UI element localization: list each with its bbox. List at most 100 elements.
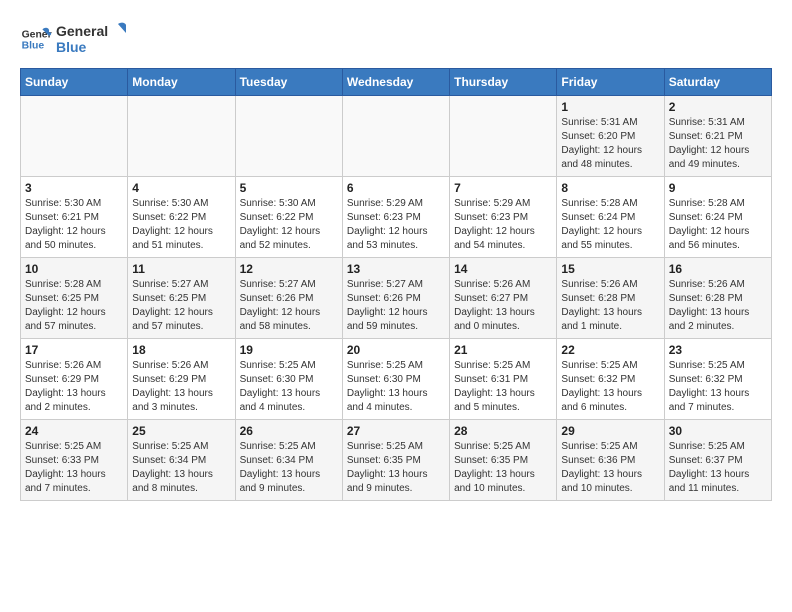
day-number: 17 xyxy=(25,343,123,357)
day-number: 20 xyxy=(347,343,445,357)
day-info: Sunrise: 5:26 AM Sunset: 6:28 PM Dayligh… xyxy=(561,278,659,334)
calendar-cell: 30 Sunrise: 5:25 AM Sunset: 6:37 PM Dayli… xyxy=(664,420,771,501)
calendar-cell: 17 Sunrise: 5:26 AM Sunset: 6:29 PM Dayli… xyxy=(21,339,128,420)
svg-text:General: General xyxy=(56,23,108,39)
day-number: 7 xyxy=(454,181,552,195)
day-number: 19 xyxy=(240,343,338,357)
day-number: 27 xyxy=(347,424,445,438)
calendar-cell xyxy=(342,96,449,177)
weekday-header-tuesday: Tuesday xyxy=(235,69,342,96)
calendar-week-row: 24 Sunrise: 5:25 AM Sunset: 6:33 PM Dayli… xyxy=(21,420,772,501)
day-info: Sunrise: 5:30 AM Sunset: 6:22 PM Dayligh… xyxy=(240,197,338,253)
day-number: 13 xyxy=(347,262,445,276)
day-info: Sunrise: 5:27 AM Sunset: 6:26 PM Dayligh… xyxy=(240,278,338,334)
calendar-cell: 16Sunrise: 5:26 AM Sunset: 6:28 PM Dayli… xyxy=(664,258,771,339)
calendar-cell xyxy=(21,96,128,177)
calendar-cell: 1 Sunrise: 5:31 AM Sunset: 6:20 PM Daylig… xyxy=(557,96,664,177)
day-info: Sunrise: 5:31 AM Sunset: 6:21 PM Dayligh… xyxy=(669,116,767,172)
day-number: 10 xyxy=(25,262,123,276)
calendar-cell: 20 Sunrise: 5:25 AM Sunset: 6:30 PM Dayli… xyxy=(342,339,449,420)
calendar-cell: 4 Sunrise: 5:30 AM Sunset: 6:22 PM Daylig… xyxy=(128,177,235,258)
calendar-week-row: 1 Sunrise: 5:31 AM Sunset: 6:20 PM Daylig… xyxy=(21,96,772,177)
day-info: Sunrise: 5:26 AM Sunset: 6:28 PM Dayligh… xyxy=(669,278,767,334)
calendar-cell xyxy=(128,96,235,177)
day-info: Sunrise: 5:27 AM Sunset: 6:26 PM Dayligh… xyxy=(347,278,445,334)
day-number: 22 xyxy=(561,343,659,357)
calendar-week-row: 17 Sunrise: 5:26 AM Sunset: 6:29 PM Dayli… xyxy=(21,339,772,420)
calendar-cell: 9Sunrise: 5:28 AM Sunset: 6:24 PM Daylig… xyxy=(664,177,771,258)
day-number: 29 xyxy=(561,424,659,438)
day-number: 15 xyxy=(561,262,659,276)
calendar-cell: 2Sunrise: 5:31 AM Sunset: 6:21 PM Daylig… xyxy=(664,96,771,177)
calendar-week-row: 10 Sunrise: 5:28 AM Sunset: 6:25 PM Dayli… xyxy=(21,258,772,339)
day-info: Sunrise: 5:31 AM Sunset: 6:20 PM Dayligh… xyxy=(561,116,659,172)
day-info: Sunrise: 5:25 AM Sunset: 6:31 PM Dayligh… xyxy=(454,359,552,415)
calendar-cell xyxy=(450,96,557,177)
logo: General Blue General Blue xyxy=(20,20,126,58)
day-number: 18 xyxy=(132,343,230,357)
day-number: 30 xyxy=(669,424,767,438)
day-number: 4 xyxy=(132,181,230,195)
day-info: Sunrise: 5:25 AM Sunset: 6:33 PM Dayligh… xyxy=(25,440,123,496)
weekday-header-saturday: Saturday xyxy=(664,69,771,96)
day-number: 12 xyxy=(240,262,338,276)
calendar-table: SundayMondayTuesdayWednesdayThursdayFrid… xyxy=(20,68,772,501)
day-number: 3 xyxy=(25,181,123,195)
day-info: Sunrise: 5:28 AM Sunset: 6:25 PM Dayligh… xyxy=(25,278,123,334)
day-info: Sunrise: 5:30 AM Sunset: 6:22 PM Dayligh… xyxy=(132,197,230,253)
day-info: Sunrise: 5:25 AM Sunset: 6:34 PM Dayligh… xyxy=(240,440,338,496)
day-info: Sunrise: 5:28 AM Sunset: 6:24 PM Dayligh… xyxy=(669,197,767,253)
calendar-cell: 7 Sunrise: 5:29 AM Sunset: 6:23 PM Daylig… xyxy=(450,177,557,258)
day-number: 8 xyxy=(561,181,659,195)
calendar-cell: 10 Sunrise: 5:28 AM Sunset: 6:25 PM Dayli… xyxy=(21,258,128,339)
calendar-cell: 29 Sunrise: 5:25 AM Sunset: 6:36 PM Dayli… xyxy=(557,420,664,501)
weekday-header-monday: Monday xyxy=(128,69,235,96)
day-number: 26 xyxy=(240,424,338,438)
day-number: 25 xyxy=(132,424,230,438)
svg-text:Blue: Blue xyxy=(22,41,45,52)
header: General Blue General Blue xyxy=(20,20,772,58)
weekday-header-thursday: Thursday xyxy=(450,69,557,96)
calendar-week-row: 3 Sunrise: 5:30 AM Sunset: 6:21 PM Daylig… xyxy=(21,177,772,258)
day-info: Sunrise: 5:25 AM Sunset: 6:35 PM Dayligh… xyxy=(347,440,445,496)
day-number: 23 xyxy=(669,343,767,357)
logo-icon: General Blue xyxy=(20,23,52,55)
day-info: Sunrise: 5:25 AM Sunset: 6:32 PM Dayligh… xyxy=(561,359,659,415)
calendar-cell: 5 Sunrise: 5:30 AM Sunset: 6:22 PM Daylig… xyxy=(235,177,342,258)
calendar-cell: 6 Sunrise: 5:29 AM Sunset: 6:23 PM Daylig… xyxy=(342,177,449,258)
weekday-header-sunday: Sunday xyxy=(21,69,128,96)
calendar-cell: 22 Sunrise: 5:25 AM Sunset: 6:32 PM Dayli… xyxy=(557,339,664,420)
calendar-cell: 26 Sunrise: 5:25 AM Sunset: 6:34 PM Dayli… xyxy=(235,420,342,501)
day-info: Sunrise: 5:25 AM Sunset: 6:36 PM Dayligh… xyxy=(561,440,659,496)
day-info: Sunrise: 5:25 AM Sunset: 6:30 PM Dayligh… xyxy=(347,359,445,415)
calendar-cell: 15 Sunrise: 5:26 AM Sunset: 6:28 PM Dayli… xyxy=(557,258,664,339)
weekday-header-wednesday: Wednesday xyxy=(342,69,449,96)
weekday-header-friday: Friday xyxy=(557,69,664,96)
day-info: Sunrise: 5:29 AM Sunset: 6:23 PM Dayligh… xyxy=(347,197,445,253)
day-number: 6 xyxy=(347,181,445,195)
day-number: 5 xyxy=(240,181,338,195)
calendar-cell xyxy=(235,96,342,177)
day-number: 14 xyxy=(454,262,552,276)
day-number: 24 xyxy=(25,424,123,438)
svg-text:Blue: Blue xyxy=(56,39,87,55)
day-number: 21 xyxy=(454,343,552,357)
weekday-header-row: SundayMondayTuesdayWednesdayThursdayFrid… xyxy=(21,69,772,96)
day-info: Sunrise: 5:25 AM Sunset: 6:37 PM Dayligh… xyxy=(669,440,767,496)
calendar-cell: 23Sunrise: 5:25 AM Sunset: 6:32 PM Dayli… xyxy=(664,339,771,420)
day-number: 28 xyxy=(454,424,552,438)
day-number: 1 xyxy=(561,100,659,114)
calendar-cell: 27 Sunrise: 5:25 AM Sunset: 6:35 PM Dayli… xyxy=(342,420,449,501)
calendar-cell: 18Sunrise: 5:26 AM Sunset: 6:29 PM Dayli… xyxy=(128,339,235,420)
day-info: Sunrise: 5:29 AM Sunset: 6:23 PM Dayligh… xyxy=(454,197,552,253)
day-info: Sunrise: 5:26 AM Sunset: 6:29 PM Dayligh… xyxy=(25,359,123,415)
logo-svg: General Blue xyxy=(56,20,126,58)
calendar-cell: 12 Sunrise: 5:27 AM Sunset: 6:26 PM Dayli… xyxy=(235,258,342,339)
calendar-cell: 25 Sunrise: 5:25 AM Sunset: 6:34 PM Dayli… xyxy=(128,420,235,501)
calendar-cell: 11Sunrise: 5:27 AM Sunset: 6:25 PM Dayli… xyxy=(128,258,235,339)
day-info: Sunrise: 5:28 AM Sunset: 6:24 PM Dayligh… xyxy=(561,197,659,253)
day-number: 11 xyxy=(132,262,230,276)
day-info: Sunrise: 5:30 AM Sunset: 6:21 PM Dayligh… xyxy=(25,197,123,253)
day-info: Sunrise: 5:25 AM Sunset: 6:30 PM Dayligh… xyxy=(240,359,338,415)
day-info: Sunrise: 5:25 AM Sunset: 6:34 PM Dayligh… xyxy=(132,440,230,496)
